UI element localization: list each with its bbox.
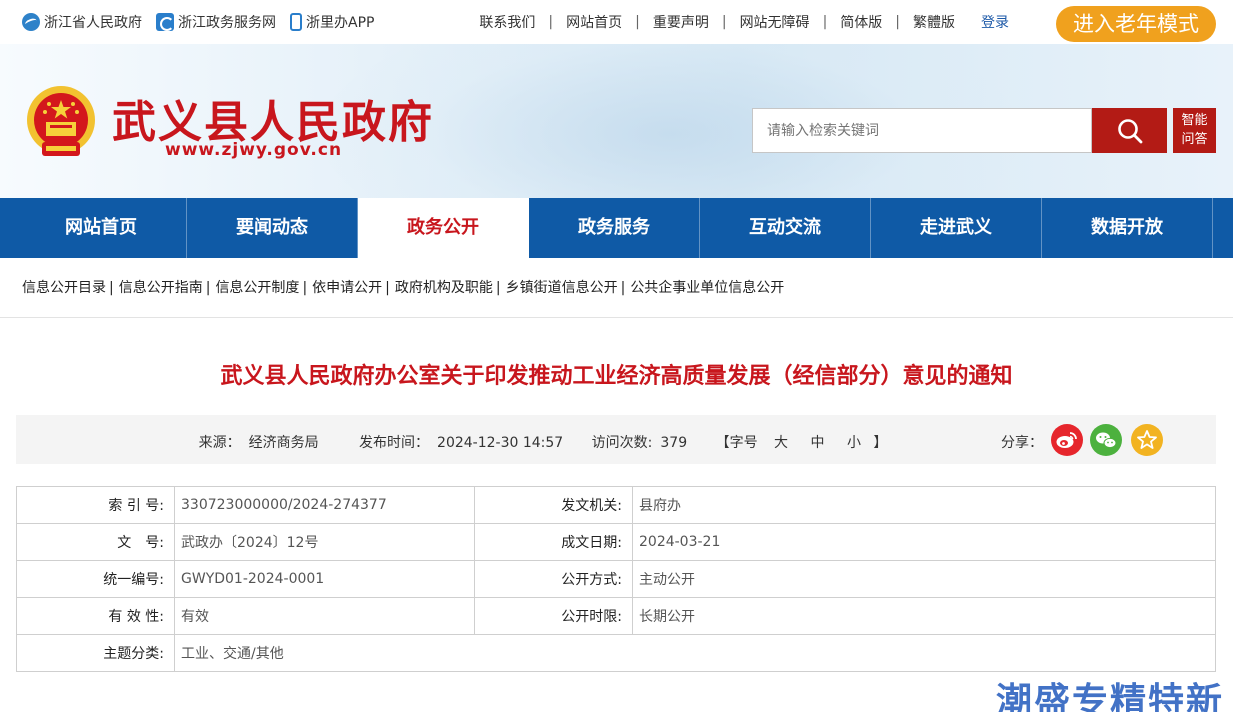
table-row: 主题分类: 工业、交通/其他 [16, 634, 1216, 672]
watermark-text: 潮盛专精特新 [996, 681, 1225, 712]
link-label: 浙江省人民政府 [44, 15, 142, 31]
disclosure-period-value: 长期公开 [632, 597, 1216, 635]
written-date-value: 2024-03-21 [632, 523, 1216, 561]
nav-item-open-data[interactable]: 数据开放 [1042, 198, 1213, 258]
issuer-value: 县府办 [632, 486, 1216, 524]
zjzw-icon [156, 13, 174, 31]
phone-icon [290, 13, 302, 31]
topic-label: 主题分类: [16, 634, 175, 672]
utility-links: 联系我们 | 网站首页 | 重要声明 | 网站无障碍 | 简体版 | 繁體版 登录 [466, 12, 1009, 32]
link-simplified[interactable]: 简体版 [827, 12, 895, 32]
document-info-table: 索 引 号: 330723000000/2024-274377 发文机关: 县府… [16, 486, 1216, 672]
link-home[interactable]: 网站首页 [553, 12, 635, 32]
link-zhejiang-gov[interactable]: 浙江省人民政府 [22, 12, 142, 32]
national-emblem-icon [27, 86, 95, 156]
validity-value: 有效 [174, 597, 475, 635]
index-no-value: 330723000000/2024-274377 [174, 486, 475, 524]
sub-nav: 信息公开目录 | 信息公开指南 | 信息公开制度 | 依申请公开 | 政府机构及职能 | … [0, 258, 1233, 318]
source: 来源： 经济商务局 [195, 435, 323, 451]
site-header: 武义县人民政府 www.zjwy.gov.cn 智能 问答 [0, 44, 1233, 198]
top-bar: 浙江省人民政府 浙江政务服务网 浙里办APP 联系我们 | 网站首页 | 重要声明 |… [0, 0, 1233, 44]
fontsize-label: 【字号 [715, 435, 758, 451]
subnav-item-public-enterprises[interactable]: 公共企事业单位信息公开 [630, 258, 784, 317]
subnav-item-towns[interactable]: 乡镇街道信息公开 [506, 258, 618, 317]
font-size-control: 【字号 大 中 小 】 [712, 435, 892, 451]
doc-no-value: 武政办〔2024〕12号 [174, 523, 475, 561]
nav-item-services[interactable]: 政务服务 [529, 198, 700, 258]
table-row: 索 引 号: 330723000000/2024-274377 发文机关: 县府… [16, 486, 1216, 524]
font-medium-button[interactable]: 中 [810, 435, 824, 451]
nav-item-about-wuyi[interactable]: 走进武义 [871, 198, 1042, 258]
weibo-icon [1056, 432, 1077, 448]
ai-qa-label-1: 智能 [1181, 113, 1208, 128]
date-value: 2024-12-30 14:57 [437, 435, 564, 451]
unified-no-label: 统一编号: [16, 560, 175, 598]
index-no-label: 索 引 号: [16, 486, 175, 524]
share-weibo-button[interactable] [1051, 424, 1083, 456]
wechat-icon [1096, 432, 1117, 449]
link-label: 浙江政务服务网 [178, 15, 276, 31]
star-icon [1137, 430, 1157, 449]
visits-value: 379 [660, 435, 688, 451]
globe-icon [22, 13, 40, 31]
subnav-item-agencies[interactable]: 政府机构及职能 [395, 258, 493, 317]
topic-value: 工业、交通/其他 [174, 634, 1216, 672]
ai-qa-label-2: 问答 [1181, 132, 1208, 147]
font-small-button[interactable]: 小 [847, 435, 861, 451]
unified-no-value: GWYD01-2024-0001 [174, 560, 475, 598]
search-button[interactable] [1092, 108, 1167, 153]
nav-item-home[interactable]: 网站首页 [16, 198, 187, 258]
date-label: 发布时间： [359, 435, 430, 451]
link-contact[interactable]: 联系我们 [466, 12, 548, 32]
disclosure-mode-label: 公开方式: [474, 560, 633, 598]
written-date-label: 成文日期: [474, 523, 633, 561]
ai-qa-button[interactable]: 智能 问答 [1173, 108, 1216, 153]
subnav-item-catalog[interactable]: 信息公开目录 [22, 258, 106, 317]
link-statement[interactable]: 重要声明 [640, 12, 722, 32]
nav-item-gov-affairs[interactable]: 政务公开 [358, 198, 529, 258]
gov-links: 浙江省人民政府 浙江政务服务网 浙里办APP [22, 12, 374, 32]
nav-item-news[interactable]: 要闻动态 [187, 198, 358, 258]
article-title: 武义县人民政府办公室关于印发推动工业经济高质量发展（经信部分）意见的通知 [220, 364, 1013, 389]
search-input[interactable] [752, 108, 1092, 153]
validity-label: 有 效 性: [16, 597, 175, 635]
elder-mode-button[interactable]: 进入老年模式 [1056, 6, 1216, 42]
share-label: 分享： [1001, 435, 1043, 451]
login-link[interactable]: 登录 [968, 12, 1009, 32]
source-value: 经济商务局 [248, 435, 319, 451]
disclosure-period-label: 公开时限: [474, 597, 633, 635]
share-favorite-button[interactable] [1131, 424, 1163, 456]
nav-item-interaction[interactable]: 互动交流 [700, 198, 871, 258]
search-icon [1117, 118, 1142, 143]
link-accessibility[interactable]: 网站无障碍 [727, 12, 823, 32]
main-nav: 网站首页 要闻动态 政务公开 政务服务 互动交流 走进武义 数据开放 [0, 198, 1233, 258]
disclosure-mode-value: 主动公开 [632, 560, 1216, 598]
issuer-label: 发文机关: [474, 486, 633, 524]
link-label: 浙里办APP [306, 15, 375, 31]
visits: 访问次数: 379 [588, 435, 691, 451]
link-zhejiang-service[interactable]: 浙江政务服务网 [156, 12, 276, 32]
subnav-item-application[interactable]: 依申请公开 [312, 258, 382, 317]
site-url: www.zjwy.gov.cn [165, 140, 343, 160]
fontsize-close: 】 [873, 435, 888, 451]
table-row: 文 号: 武政办〔2024〕12号 成文日期: 2024-03-21 [16, 523, 1216, 561]
subnav-item-guide[interactable]: 信息公开指南 [119, 258, 203, 317]
subnav-item-system[interactable]: 信息公开制度 [215, 258, 299, 317]
share-wechat-button[interactable] [1090, 424, 1122, 456]
publish-time: 发布时间： 2024-12-30 14:57 [355, 435, 567, 451]
link-zheliban-app[interactable]: 浙里办APP [290, 12, 374, 32]
doc-no-label: 文 号: [16, 523, 175, 561]
table-row: 有 效 性: 有效 公开时限: 长期公开 [16, 597, 1216, 635]
link-traditional[interactable]: 繁體版 [900, 12, 968, 32]
table-row: 统一编号: GWYD01-2024-0001 公开方式: 主动公开 [16, 560, 1216, 598]
source-label: 来源： [198, 435, 241, 451]
font-large-button[interactable]: 大 [774, 435, 788, 451]
article-meta-bar: 来源： 经济商务局 发布时间： 2024-12-30 14:57 访问次数: 379 … [16, 415, 1216, 464]
visits-label: 访问次数: [591, 435, 653, 451]
